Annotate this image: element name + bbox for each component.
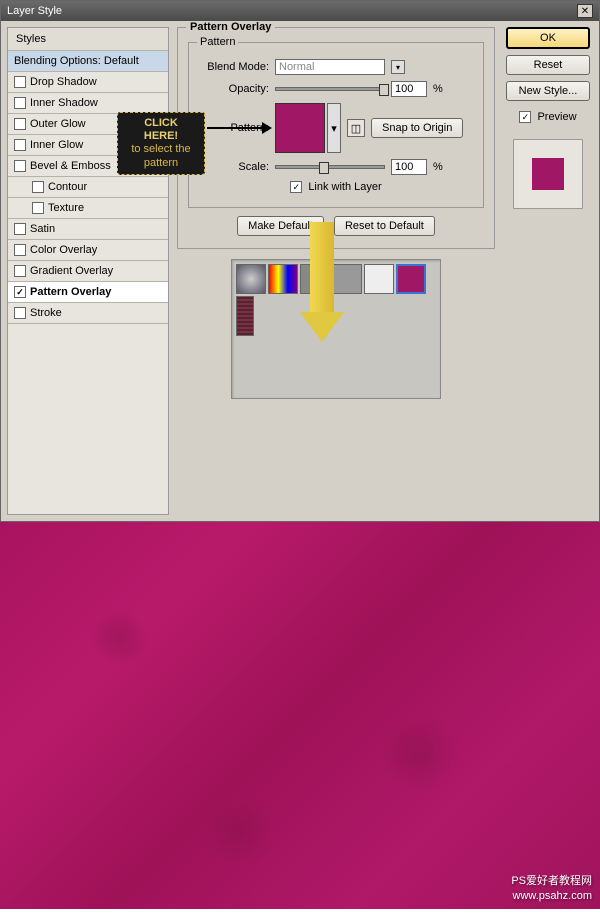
right-panel: OK Reset New Style... ✓ Preview	[503, 27, 593, 515]
slider-thumb-icon[interactable]	[319, 162, 329, 174]
reset-button[interactable]: Reset	[506, 55, 590, 75]
pattern-picker[interactable]: ▾	[275, 103, 341, 153]
scale-unit: %	[433, 161, 443, 173]
chevron-down-icon[interactable]: ▾	[327, 103, 341, 153]
checkbox-icon[interactable]	[14, 307, 26, 319]
scale-input[interactable]: 100	[391, 159, 427, 175]
style-gradient-overlay[interactable]: Gradient Overlay	[8, 261, 168, 282]
dialog-title: Layer Style	[7, 5, 62, 17]
style-inner-shadow[interactable]: Inner Shadow	[8, 93, 168, 114]
pattern-thumb[interactable]	[236, 296, 254, 336]
link-row: ✓ Link with Layer	[199, 181, 473, 193]
pattern-thumb[interactable]	[364, 264, 394, 294]
new-style-button[interactable]: New Style...	[506, 81, 590, 101]
inner-title: Pattern	[197, 36, 238, 48]
scale-row: Scale: 100 %	[199, 159, 473, 175]
opacity-row: Opacity: 100 %	[199, 81, 473, 97]
styles-header[interactable]: Styles	[8, 28, 168, 51]
link-checkbox[interactable]: ✓	[290, 181, 302, 193]
center-panel: CLICK HERE! to select the pattern Patter…	[177, 27, 495, 515]
checkbox-icon[interactable]	[14, 223, 26, 235]
scale-label: Scale:	[199, 161, 269, 173]
watermark: PS爱好者教程网 www.psahz.com	[511, 874, 592, 903]
slider-thumb-icon[interactable]	[379, 84, 389, 96]
blending-options[interactable]: Blending Options: Default	[8, 51, 168, 72]
style-drop-shadow[interactable]: Drop Shadow	[8, 72, 168, 93]
style-texture[interactable]: Texture	[8, 198, 168, 219]
checkbox-icon[interactable]	[14, 244, 26, 256]
callout-title: CLICK HERE!	[126, 117, 196, 143]
blend-mode-row: Blend Mode: Normal ▾	[199, 59, 473, 75]
titlebar[interactable]: Layer Style ✕	[1, 1, 599, 21]
section-title: Pattern Overlay	[186, 21, 275, 33]
link-label: Link with Layer	[308, 181, 381, 193]
arrow-head-icon	[262, 122, 272, 134]
opacity-label: Opacity:	[199, 83, 269, 95]
checkbox-icon[interactable]: ✓	[14, 286, 26, 298]
style-contour[interactable]: Contour	[8, 177, 168, 198]
style-color-overlay[interactable]: Color Overlay	[8, 240, 168, 261]
layer-style-dialog: Layer Style ✕ Styles Blending Options: D…	[0, 0, 600, 522]
yellow-arrow-annotation	[307, 222, 337, 342]
checkbox-icon[interactable]	[32, 181, 44, 193]
style-stroke[interactable]: Stroke	[8, 303, 168, 324]
opacity-input[interactable]: 100	[391, 81, 427, 97]
style-satin[interactable]: Satin	[8, 219, 168, 240]
blending-label: Blending Options: Default	[14, 55, 139, 67]
preview-swatch	[532, 158, 564, 190]
blend-mode-label: Blend Mode:	[199, 61, 269, 73]
new-preset-icon[interactable]: ◫	[347, 119, 365, 137]
opacity-slider[interactable]	[275, 87, 385, 91]
pattern-thumb[interactable]	[268, 264, 298, 294]
pattern-swatch[interactable]	[275, 103, 325, 153]
preview-checkbox[interactable]: ✓	[519, 111, 531, 123]
texture-result: PS爱好者教程网 www.psahz.com	[0, 522, 600, 909]
checkbox-icon[interactable]	[14, 118, 26, 130]
pattern-thumb-selected[interactable]	[396, 264, 426, 294]
pattern-thumb[interactable]	[236, 264, 266, 294]
callout-text: to select the pattern	[126, 143, 196, 169]
chevron-down-icon[interactable]: ▾	[391, 60, 405, 74]
styles-panel: Styles Blending Options: Default Drop Sh…	[7, 27, 169, 515]
pattern-inner: Pattern Blend Mode: Normal ▾ Opacity: 10…	[188, 42, 484, 208]
checkbox-icon[interactable]	[14, 76, 26, 88]
close-icon[interactable]: ✕	[577, 4, 593, 18]
preview-box	[513, 139, 583, 209]
ok-button[interactable]: OK	[506, 27, 590, 49]
scale-slider[interactable]	[275, 165, 385, 169]
arrow-icon	[207, 127, 265, 129]
checkbox-icon[interactable]	[14, 139, 26, 151]
opacity-unit: %	[433, 83, 443, 95]
checkbox-icon[interactable]	[14, 160, 26, 172]
snap-to-origin-button[interactable]: Snap to Origin	[371, 118, 463, 138]
callout-annotation: CLICK HERE! to select the pattern	[117, 112, 205, 175]
checkbox-icon[interactable]	[14, 97, 26, 109]
checkbox-icon[interactable]	[14, 265, 26, 277]
pattern-overlay-section: Pattern Overlay Pattern Blend Mode: Norm…	[177, 27, 495, 249]
reset-default-button[interactable]: Reset to Default	[334, 216, 435, 236]
blend-mode-select[interactable]: Normal	[275, 59, 385, 75]
preview-label: Preview	[537, 111, 576, 123]
style-pattern-overlay[interactable]: ✓Pattern Overlay	[8, 282, 168, 303]
preview-row: ✓ Preview	[519, 111, 576, 123]
dialog-body: Styles Blending Options: Default Drop Sh…	[1, 21, 599, 521]
checkbox-icon[interactable]	[32, 202, 44, 214]
